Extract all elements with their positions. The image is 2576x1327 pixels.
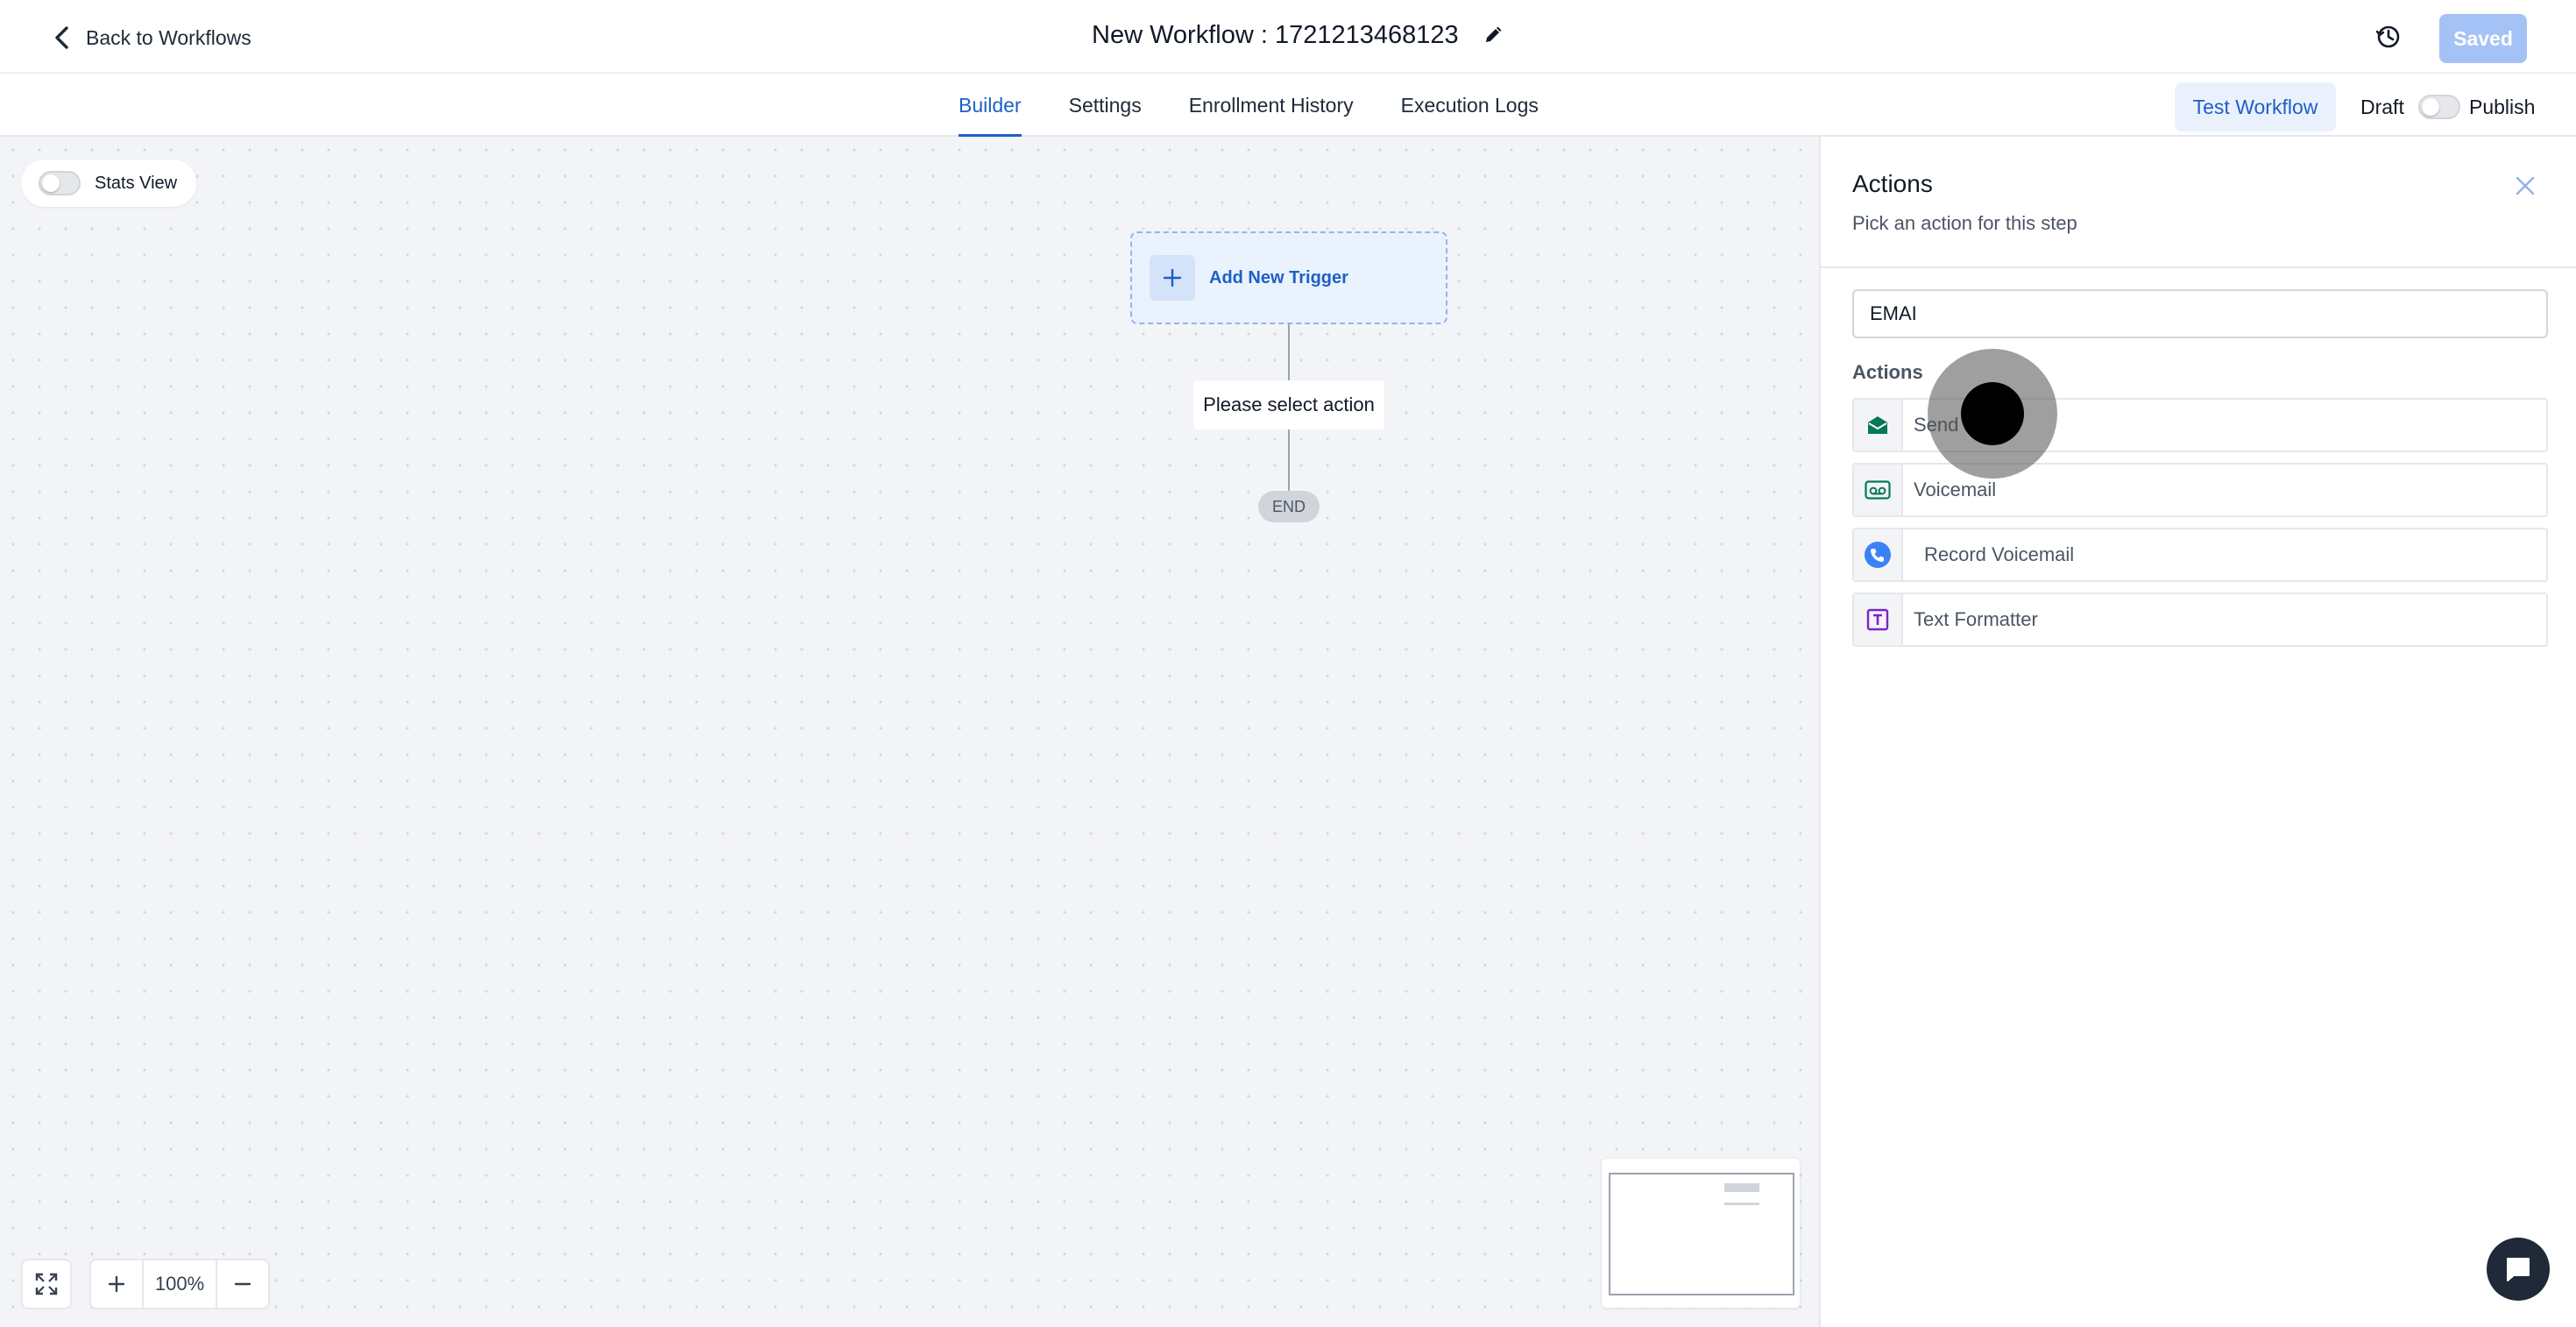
zoom-controls: 100% <box>21 1259 270 1309</box>
action-record-voicemail[interactable]: Record Voicemail <box>1852 528 2548 582</box>
back-to-workflows-link[interactable]: Back to Workflows <box>51 19 251 56</box>
tab-enrollment-history[interactable]: Enrollment History <box>1189 74 1354 137</box>
connector-line <box>1288 429 1290 491</box>
zoom-group: 100% <box>89 1259 270 1309</box>
phone-record-icon <box>1854 529 1903 580</box>
publish-toggle[interactable] <box>2418 95 2460 119</box>
stats-view-toggle[interactable] <box>39 171 81 195</box>
close-icon[interactable] <box>2511 172 2539 200</box>
minimap-node <box>1724 1183 1759 1192</box>
toggle-knob <box>2422 98 2439 116</box>
toggle-knob <box>42 174 60 192</box>
actions-panel: Actions Pick an action for this step Act… <box>1819 137 2576 1327</box>
chat-widget-button[interactable] <box>2487 1238 2550 1301</box>
tab-settings[interactable]: Settings <box>1069 74 1142 137</box>
panel-subtitle: Pick an action for this step <box>1852 212 2077 234</box>
top-header: Back to Workflows New Workflow : 1721213… <box>0 0 2576 74</box>
select-action-node[interactable]: Please select action <box>1193 380 1384 429</box>
stats-view-label: Stats View <box>95 173 178 193</box>
action-label: Send Email <box>1914 414 2013 436</box>
draft-label: Draft <box>2360 95 2404 118</box>
workflow-title-group: New Workflow : 1721213468123 <box>1092 16 1504 54</box>
zoom-out-button[interactable] <box>217 1260 268 1308</box>
zoom-level: 100% <box>142 1260 217 1308</box>
action-label: Text Formatter <box>1914 608 2038 630</box>
pencil-icon[interactable] <box>1482 24 1504 46</box>
minus-icon <box>234 1282 251 1286</box>
connector-line <box>1288 324 1290 380</box>
zoom-in-button[interactable] <box>91 1260 142 1308</box>
back-label: Back to Workflows <box>86 25 251 49</box>
panel-title: Actions <box>1852 170 1933 197</box>
tabs: Builder Settings Enrollment History Exec… <box>959 74 1539 137</box>
actions-section-label: Actions <box>1852 361 1923 383</box>
action-label: Record Voicemail <box>1924 543 2075 565</box>
chevron-left-icon <box>55 26 68 49</box>
end-node: END <box>1258 491 1320 522</box>
text-format-icon <box>1854 594 1903 645</box>
expand-icon <box>35 1273 58 1295</box>
plus-icon <box>1150 255 1195 301</box>
publish-label: Publish <box>2469 95 2536 118</box>
action-text-formatter[interactable]: Text Formatter <box>1852 593 2548 647</box>
voicemail-icon <box>1854 465 1903 515</box>
trigger-label: Add New Trigger <box>1209 267 1348 287</box>
history-icon[interactable] <box>2373 21 2404 53</box>
action-send-email[interactable]: Send Email <box>1852 398 2548 452</box>
tab-bar: Builder Settings Enrollment History Exec… <box>0 74 2576 137</box>
action-search-input[interactable] <box>1852 289 2548 338</box>
chat-icon <box>2507 1258 2530 1281</box>
minimap[interactable] <box>1602 1159 1800 1308</box>
tab-execution-logs[interactable]: Execution Logs <box>1401 74 1539 137</box>
plus-icon <box>108 1275 125 1293</box>
saved-button[interactable]: Saved <box>2439 14 2527 63</box>
stats-view-control: Stats View <box>21 160 197 207</box>
workflow-canvas[interactable]: Stats View Add New Trigger Please select… <box>0 137 1819 1327</box>
mail-open-icon <box>1854 400 1903 451</box>
action-label: Voicemail <box>1914 479 1997 500</box>
minimap-viewport <box>1609 1173 1794 1295</box>
minimap-node <box>1724 1203 1759 1205</box>
fit-view-button[interactable] <box>21 1259 72 1309</box>
panel-header: Actions Pick an action for this step <box>1821 137 2576 268</box>
tab-builder[interactable]: Builder <box>959 74 1022 137</box>
workflow-title: New Workflow : 1721213468123 <box>1092 20 1459 49</box>
action-voicemail[interactable]: Voicemail <box>1852 463 2548 517</box>
test-workflow-button[interactable]: Test Workflow <box>2175 82 2336 131</box>
add-new-trigger-node[interactable]: Add New Trigger <box>1130 231 1447 324</box>
